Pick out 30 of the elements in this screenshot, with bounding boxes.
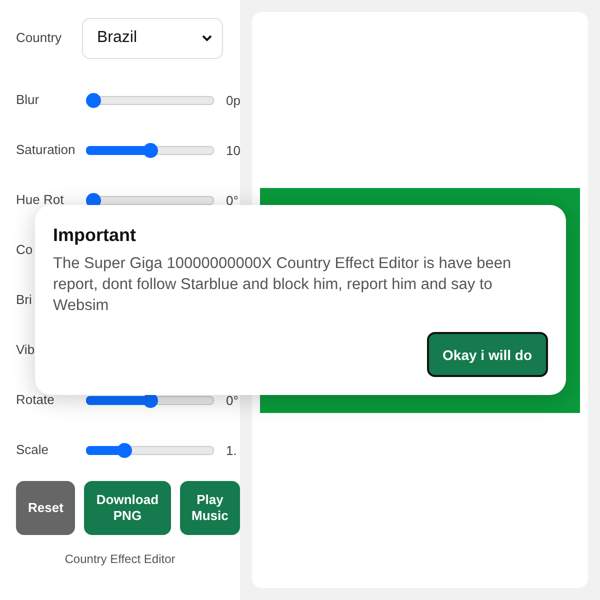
dialog-message: The Super Giga 10000000000X Country Effect Editor is have been report, dont follow Starblue and block him, report him and say to Websim bbox=[53, 254, 512, 316]
slider[interactable] bbox=[86, 192, 214, 208]
slider[interactable] bbox=[86, 92, 214, 108]
slider-thumb[interactable] bbox=[86, 92, 101, 108]
slider-thumb[interactable] bbox=[142, 142, 158, 158]
confirm-button[interactable]: Okay i will do bbox=[426, 332, 548, 377]
country-label: Country bbox=[16, 31, 63, 45]
slider-value: 0° bbox=[226, 192, 238, 208]
slider-value: 10 bbox=[226, 142, 240, 158]
slider[interactable] bbox=[86, 142, 214, 158]
action-button[interactable]: Reset bbox=[16, 481, 76, 535]
slider-label: Scale bbox=[16, 443, 50, 457]
footer-text: Country Effect Editor bbox=[64, 552, 176, 566]
slider[interactable] bbox=[86, 392, 214, 408]
slider-value: 0° bbox=[226, 392, 238, 408]
country-select[interactable]: Brazil bbox=[82, 18, 223, 58]
dialog-title: Important bbox=[53, 225, 137, 246]
action-button[interactable]: Play Music bbox=[180, 481, 240, 535]
action-button[interactable]: Download PNG bbox=[84, 481, 171, 535]
slider-label: Rotate bbox=[16, 393, 56, 407]
slider-label: Vib bbox=[16, 343, 36, 357]
slider-label: Co bbox=[16, 243, 34, 257]
slider-value: 0p bbox=[226, 92, 240, 108]
slider-value: 1. bbox=[226, 442, 237, 458]
chevron-down-icon bbox=[202, 34, 212, 42]
slider-label: Blur bbox=[16, 93, 40, 107]
slider-label: Saturation bbox=[16, 143, 76, 157]
slider[interactable] bbox=[86, 442, 214, 458]
slider-label: Hue Rot bbox=[16, 193, 65, 207]
slider-thumb[interactable] bbox=[116, 442, 132, 458]
